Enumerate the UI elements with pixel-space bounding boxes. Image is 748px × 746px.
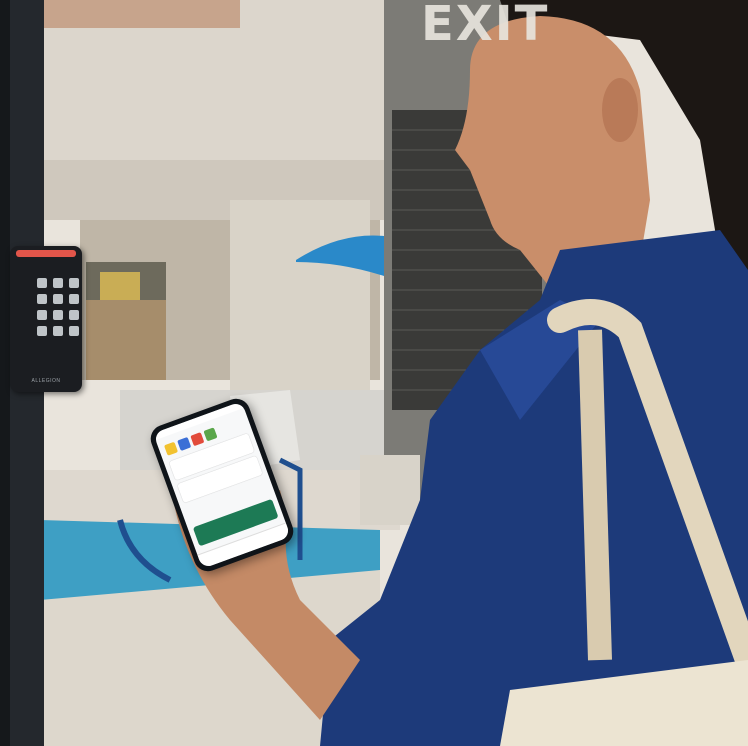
key [69,278,79,288]
photo-scene: ALLEGION EXIT [0,0,748,746]
key [37,278,47,288]
access-keypad: ALLEGION [10,246,82,392]
keypad-buttons [37,278,79,336]
app-tile [203,427,218,442]
key [37,294,47,304]
key [53,294,63,304]
app-tile [177,436,192,452]
background-illustration [0,0,748,746]
key [69,326,79,336]
app-tile [190,432,205,447]
key [37,326,47,336]
keypad-brand: ALLEGION [31,378,61,384]
key [37,310,47,320]
app-tile [163,441,179,456]
status-led [16,250,76,257]
key [69,294,79,304]
exit-sign: EXIT [421,0,550,52]
key [53,278,63,288]
key [53,310,63,320]
key [53,326,63,336]
key [69,310,79,320]
